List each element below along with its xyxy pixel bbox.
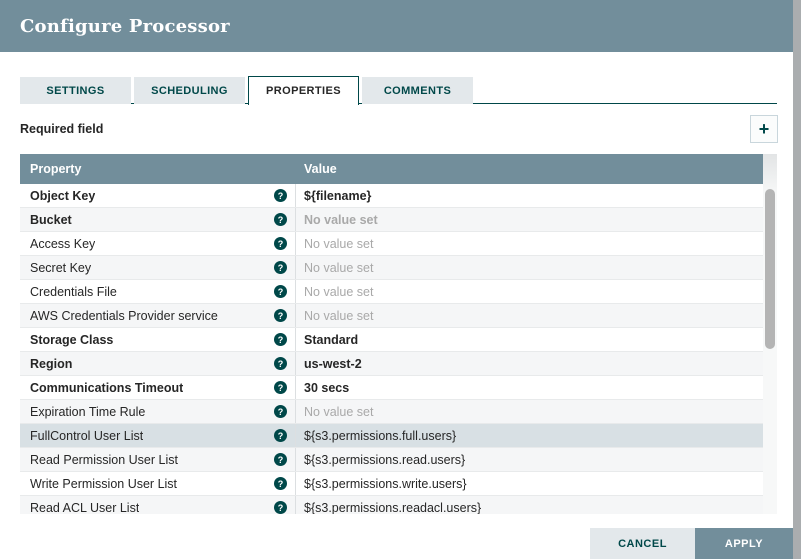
dialog-footer: CANCEL APPLY bbox=[590, 528, 793, 559]
table-row[interactable]: AWS Credentials Provider service? No valu… bbox=[20, 304, 763, 328]
property-value[interactable]: No value set bbox=[296, 213, 763, 227]
dialog-title: Configure Processor bbox=[20, 15, 230, 37]
tab-bar: SETTINGS SCHEDULING PROPERTIES COMMENTS bbox=[20, 76, 777, 105]
table-row[interactable]: Read Permission User List? ${s3.permissio… bbox=[20, 448, 763, 472]
table-row[interactable]: Read ACL User List? ${s3.permissions.read… bbox=[20, 496, 763, 514]
table-row[interactable]: Write Permission User List? ${s3.permissi… bbox=[20, 472, 763, 496]
help-icon[interactable]: ? bbox=[274, 261, 287, 274]
property-name-cell: Object Key? bbox=[20, 184, 296, 207]
help-icon[interactable]: ? bbox=[274, 357, 287, 370]
property-value[interactable]: 30 secs bbox=[296, 381, 763, 395]
table-row[interactable]: FullControl User List? ${s3.permissions.f… bbox=[20, 424, 763, 448]
table-row[interactable]: Access Key? No value set bbox=[20, 232, 763, 256]
help-icon[interactable]: ? bbox=[274, 381, 287, 394]
help-icon[interactable]: ? bbox=[274, 237, 287, 250]
properties-table: Property Value Object Key? ${filename} Buc… bbox=[20, 154, 777, 514]
tab-settings[interactable]: SETTINGS bbox=[20, 77, 131, 104]
help-icon[interactable]: ? bbox=[274, 501, 287, 514]
scrollbar-thumb[interactable] bbox=[765, 189, 775, 349]
help-icon[interactable]: ? bbox=[274, 333, 287, 346]
table-row[interactable]: Secret Key? No value set bbox=[20, 256, 763, 280]
tab-scheduling[interactable]: SCHEDULING bbox=[134, 77, 245, 104]
add-property-button[interactable]: + bbox=[750, 115, 778, 143]
help-icon[interactable]: ? bbox=[274, 285, 287, 298]
properties-toolbar: Required field + bbox=[0, 104, 793, 154]
property-name-label: FullControl User List bbox=[30, 428, 144, 443]
column-header-property: Property bbox=[30, 162, 82, 176]
help-icon[interactable]: ? bbox=[274, 309, 287, 322]
property-name-cell: Credentials File? bbox=[20, 280, 296, 303]
vertical-scrollbar-track[interactable] bbox=[763, 154, 777, 514]
property-name-label: Secret Key bbox=[30, 260, 92, 275]
property-name-cell: Communications Timeout? bbox=[20, 376, 296, 399]
property-name-label: Access Key bbox=[30, 236, 96, 251]
property-value[interactable]: No value set bbox=[296, 405, 763, 419]
property-value[interactable]: No value set bbox=[296, 237, 763, 251]
property-name-label: Bucket bbox=[30, 212, 72, 227]
table-row[interactable]: Storage Class? Standard bbox=[20, 328, 763, 352]
property-value[interactable]: ${s3.permissions.readacl.users} bbox=[296, 501, 763, 515]
property-name-cell: Read ACL User List? bbox=[20, 496, 296, 514]
tab-comments[interactable]: COMMENTS bbox=[362, 77, 473, 104]
configure-processor-dialog: Configure Processor SETTINGS SCHEDULING PR… bbox=[0, 0, 793, 559]
property-name-cell: Expiration Time Rule? bbox=[20, 400, 296, 423]
table-row[interactable]: Region? us-west-2 bbox=[20, 352, 763, 376]
property-value[interactable]: ${s3.permissions.write.users} bbox=[296, 477, 763, 491]
property-name-label: Read Permission User List bbox=[30, 452, 178, 467]
property-name-cell: FullControl User List? bbox=[20, 424, 296, 447]
help-icon[interactable]: ? bbox=[274, 429, 287, 442]
property-value[interactable]: ${s3.permissions.read.users} bbox=[296, 453, 763, 467]
property-name-cell: Write Permission User List? bbox=[20, 472, 296, 495]
property-name-label: Write Permission User List bbox=[30, 476, 178, 491]
property-name-label: Read ACL User List bbox=[30, 500, 140, 515]
property-value[interactable]: No value set bbox=[296, 309, 763, 323]
property-name-label: Credentials File bbox=[30, 284, 117, 299]
property-name-label: Object Key bbox=[30, 188, 96, 203]
apply-button[interactable]: APPLY bbox=[695, 528, 793, 559]
help-icon[interactable]: ? bbox=[274, 477, 287, 490]
property-name-label: Communications Timeout bbox=[30, 380, 184, 395]
property-value[interactable]: ${s3.permissions.full.users} bbox=[296, 429, 763, 443]
table-row[interactable]: Object Key? ${filename} bbox=[20, 184, 763, 208]
property-name-cell: Bucket? bbox=[20, 208, 296, 231]
table-row[interactable]: Communications Timeout? 30 secs bbox=[20, 376, 763, 400]
property-name-cell: Read Permission User List? bbox=[20, 448, 296, 471]
table-body: Object Key? ${filename} Bucket? No value se… bbox=[20, 184, 763, 514]
help-icon[interactable]: ? bbox=[274, 405, 287, 418]
property-name-label: Region bbox=[30, 356, 73, 371]
table-row[interactable]: Credentials File? No value set bbox=[20, 280, 763, 304]
property-name-cell: AWS Credentials Provider service? bbox=[20, 304, 296, 327]
property-name-label: AWS Credentials Provider service bbox=[30, 308, 218, 323]
property-value[interactable]: No value set bbox=[296, 285, 763, 299]
table-row[interactable]: Bucket? No value set bbox=[20, 208, 763, 232]
help-icon[interactable]: ? bbox=[274, 453, 287, 466]
table-row[interactable]: Expiration Time Rule? No value set bbox=[20, 400, 763, 424]
property-name-cell: Secret Key? bbox=[20, 256, 296, 279]
cancel-button[interactable]: CANCEL bbox=[590, 528, 695, 559]
property-name-cell: Access Key? bbox=[20, 232, 296, 255]
help-icon[interactable]: ? bbox=[274, 213, 287, 226]
property-name-cell: Storage Class? bbox=[20, 328, 296, 351]
property-name-label: Expiration Time Rule bbox=[30, 404, 146, 419]
property-name-label: Storage Class bbox=[30, 332, 114, 347]
required-field-label: Required field bbox=[20, 122, 104, 136]
dialog-header: Configure Processor bbox=[0, 0, 793, 52]
plus-icon: + bbox=[758, 119, 770, 139]
property-value[interactable]: us-west-2 bbox=[296, 357, 763, 371]
help-icon[interactable]: ? bbox=[274, 189, 287, 202]
property-value[interactable]: Standard bbox=[296, 333, 763, 347]
tab-properties[interactable]: PROPERTIES bbox=[248, 76, 359, 105]
property-value[interactable]: ${filename} bbox=[296, 189, 763, 203]
property-value[interactable]: No value set bbox=[296, 261, 763, 275]
column-header-value: Value bbox=[304, 162, 337, 176]
property-name-cell: Region? bbox=[20, 352, 296, 375]
table-header-row: Property Value bbox=[20, 154, 763, 184]
